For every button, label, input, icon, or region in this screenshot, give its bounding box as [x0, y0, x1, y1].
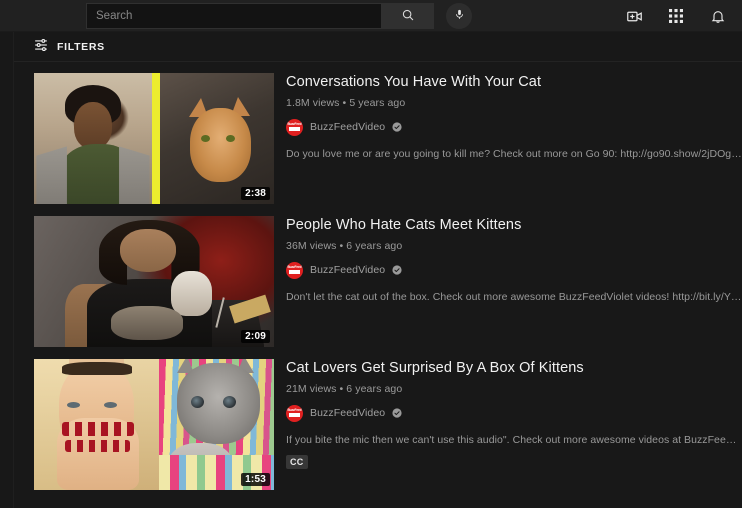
- video-title[interactable]: Conversations You Have With Your Cat: [286, 74, 742, 92]
- header-icons: [624, 0, 728, 32]
- video-stats: 21M views • 6 years ago: [286, 382, 403, 395]
- channel-name[interactable]: BuzzFeedVideo: [310, 407, 385, 419]
- avatar-bar: [289, 270, 300, 275]
- thumbnail-art-cat-conversation: [34, 73, 274, 204]
- avatar-bar: [289, 127, 300, 132]
- voice-search-button[interactable]: [446, 3, 472, 29]
- video-duration: 2:38: [241, 187, 270, 200]
- channel-row[interactable]: BuzzFeed BuzzFeedVideo: [286, 118, 742, 136]
- closed-captions-badge: CC: [286, 454, 308, 469]
- channel-avatar[interactable]: BuzzFeed: [286, 261, 303, 279]
- verified-badge-icon: [392, 408, 402, 418]
- search-results-content: FILTERS 2:38 Conversations You Have With…: [14, 32, 742, 508]
- video-duration: 1:53: [241, 473, 270, 486]
- avatar-brand-text: BuzzFeed: [287, 122, 302, 127]
- video-title[interactable]: People Who Hate Cats Meet Kittens: [286, 217, 742, 235]
- video-thumbnail[interactable]: 2:09: [34, 216, 274, 347]
- results-list: 2:38 Conversations You Have With Your Ca…: [14, 62, 742, 490]
- video-description: Don't let the cat out of the box. Check …: [286, 290, 742, 303]
- apps-grid-icon[interactable]: [666, 6, 686, 26]
- video-stats: 1.8M views • 5 years ago: [286, 96, 406, 109]
- verified-badge-icon: [392, 265, 402, 275]
- search-icon: [401, 8, 415, 25]
- video-meta: People Who Hate Cats Meet Kittens 36M vi…: [274, 216, 742, 347]
- page-body: FILTERS 2:38 Conversations You Have With…: [0, 32, 742, 508]
- channel-name[interactable]: BuzzFeedVideo: [310, 121, 385, 133]
- masthead: [0, 0, 742, 32]
- avatar-brand-text: BuzzFeed: [287, 408, 302, 413]
- notifications-bell-icon[interactable]: [708, 6, 728, 26]
- channel-row[interactable]: BuzzFeed BuzzFeedVideo: [286, 404, 742, 422]
- filters-label: FILTERS: [57, 40, 105, 53]
- channel-avatar[interactable]: BuzzFeed: [286, 118, 303, 136]
- filters-button[interactable]: FILTERS: [34, 38, 105, 55]
- video-thumbnail[interactable]: 1:53: [34, 359, 274, 490]
- video-thumbnail[interactable]: 2:38: [34, 73, 274, 204]
- thumbnail-art-box-of-kittens: [34, 359, 274, 490]
- avatar-bar: [289, 413, 300, 418]
- mini-sidebar: [0, 32, 14, 508]
- avatar-brand-text: BuzzFeed: [287, 265, 302, 270]
- video-meta: Conversations You Have With Your Cat 1.8…: [274, 73, 742, 204]
- microphone-icon: [454, 7, 465, 25]
- search-button[interactable]: [381, 4, 433, 28]
- video-duration: 2:09: [241, 330, 270, 343]
- search-result-item[interactable]: 1:53 Cat Lovers Get Surprised By A Box O…: [34, 359, 742, 490]
- search-result-item[interactable]: 2:09 People Who Hate Cats Meet Kittens 3…: [34, 216, 742, 347]
- channel-row[interactable]: BuzzFeed BuzzFeedVideo: [286, 261, 742, 279]
- search-box[interactable]: [86, 3, 434, 29]
- search-zone: [86, 3, 472, 29]
- create-video-icon[interactable]: [624, 6, 644, 26]
- search-input[interactable]: [87, 4, 381, 28]
- search-result-item[interactable]: 2:38 Conversations You Have With Your Ca…: [34, 73, 742, 204]
- video-stats: 36M views • 6 years ago: [286, 239, 403, 252]
- filters-bar: FILTERS: [14, 32, 742, 62]
- video-title[interactable]: Cat Lovers Get Surprised By A Box Of Kit…: [286, 360, 742, 378]
- video-meta: Cat Lovers Get Surprised By A Box Of Kit…: [274, 359, 742, 490]
- thumbnail-art-hate-cats: [34, 216, 274, 347]
- video-badges: CC: [286, 454, 742, 469]
- video-description: If you bite the mic then we can't use th…: [286, 433, 742, 446]
- verified-badge-icon: [392, 122, 402, 132]
- channel-avatar[interactable]: BuzzFeed: [286, 404, 303, 422]
- channel-name[interactable]: BuzzFeedVideo: [310, 264, 385, 276]
- tune-filters-icon: [34, 38, 48, 55]
- video-description: Do you love me or are you going to kill …: [286, 147, 742, 160]
